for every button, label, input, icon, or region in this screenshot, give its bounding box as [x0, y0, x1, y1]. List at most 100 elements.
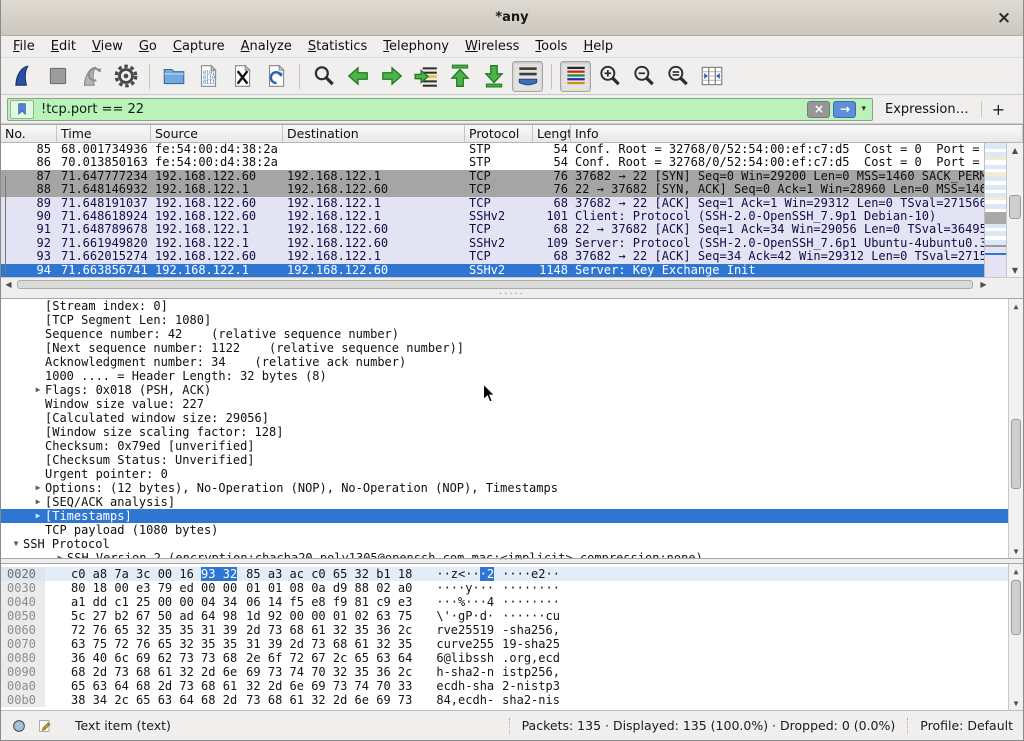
column-header-info[interactable]: Info — [571, 125, 1023, 142]
details-scroll-up-icon[interactable]: ▲ — [1009, 299, 1023, 313]
column-header-no[interactable]: No. — [1, 125, 57, 142]
find-packet-button[interactable] — [308, 61, 339, 92]
display-filter-input[interactable]: !tcp.port == 22 × → ▾ — [7, 98, 873, 121]
expander-collapsed-icon[interactable]: ▶ — [31, 383, 45, 397]
close-icon[interactable]: × — [995, 9, 1013, 27]
detail-row-13[interactable]: ▶Options: (12 bytes), No-Operation (NOP)… — [1, 481, 1023, 495]
hex-row-00a0[interactable]: 00a065 63 64 68 2d 73 68 6132 2d 6e 69 7… — [1, 679, 1023, 693]
colorize-packets-button[interactable] — [560, 61, 591, 92]
scroll-up-icon[interactable]: ▲ — [1007, 143, 1023, 157]
hex-scroll-down-icon[interactable]: ▼ — [1009, 696, 1023, 710]
column-header-source[interactable]: Source — [151, 125, 283, 142]
detail-row-6[interactable]: ▶Flags: 0x018 (PSH, ACK) — [1, 383, 1023, 397]
packet-row-86[interactable]: 8670.013850163fe:54:00:d4:38:2aSTP54Conf… — [1, 156, 984, 169]
save-file-button[interactable]: 010101100111 — [192, 61, 223, 92]
detail-row-3[interactable]: [Next sequence number: 1122 (relative se… — [1, 341, 1023, 355]
detail-row-1[interactable]: [TCP Segment Len: 1080] — [1, 313, 1023, 327]
go-to-packet-button[interactable] — [410, 61, 441, 92]
hex-row-0040[interactable]: 0040a1 dd c1 25 00 00 04 3406 14 f5 e8 f… — [1, 595, 1023, 609]
packet-list-scrollbar[interactable]: ▲ ▼ — [1006, 143, 1023, 277]
scroll-down-icon[interactable]: ▼ — [1007, 263, 1023, 277]
detail-row-4[interactable]: Acknowledgment number: 34 (relative ack … — [1, 355, 1023, 369]
title-bar[interactable]: *any × — [1, 0, 1023, 36]
expander-collapsed-icon[interactable]: ▶ — [31, 481, 45, 495]
expert-info-icon[interactable] — [11, 718, 27, 734]
details-scroll-down-icon[interactable]: ▼ — [1009, 544, 1023, 558]
hex-row-0030[interactable]: 003080 18 00 e3 79 ed 00 0001 01 08 0a d… — [1, 581, 1023, 595]
auto-scroll-button[interactable] — [512, 61, 543, 92]
menu-item-go[interactable]: Go — [131, 38, 165, 55]
hex-scrollbar-thumb[interactable] — [1011, 580, 1021, 635]
profile-status[interactable]: Profile: Default — [920, 718, 1013, 733]
pane-splitter-top[interactable]: ····· — [1, 291, 1023, 299]
go-back-button[interactable] — [342, 61, 373, 92]
packet-row-85[interactable]: 8568.001734936fe:54:00:d4:38:2aSTP54Conf… — [1, 143, 984, 156]
open-file-button[interactable] — [158, 61, 189, 92]
detail-row-12[interactable]: Urgent pointer: 0 — [1, 467, 1023, 481]
details-scrollbar[interactable]: ▲ ▼ — [1008, 299, 1023, 558]
capture-comment-icon[interactable] — [37, 718, 53, 734]
hex-row-0070[interactable]: 007063 75 72 76 65 32 35 3531 39 2d 73 6… — [1, 637, 1023, 651]
expander-collapsed-icon[interactable]: ▶ — [31, 495, 45, 509]
detail-row-16[interactable]: TCP payload (1080 bytes) — [1, 523, 1023, 537]
restart-capture-button[interactable] — [76, 61, 107, 92]
expander-collapsed-icon[interactable]: ▶ — [31, 509, 45, 523]
menu-item-telephony[interactable]: Telephony — [375, 38, 457, 55]
packet-list-hscrollbar[interactable]: ◀ ▶ — [1, 277, 1023, 291]
reload-file-button[interactable] — [260, 61, 291, 92]
go-first-packet-button[interactable] — [444, 61, 475, 92]
expander-expanded-icon[interactable]: ▼ — [9, 537, 23, 551]
menu-item-file[interactable]: File — [5, 38, 43, 55]
packet-row-93[interactable]: 9371.662015274192.168.122.60192.168.122.… — [1, 250, 984, 263]
scroll-right-icon[interactable]: ▶ — [976, 278, 991, 291]
hex-row-0020[interactable]: 0020c0 a8 7a 3c 00 16 93 3285 a3 ac c0 6… — [1, 567, 1023, 581]
hscrollbar-thumb[interactable] — [17, 280, 973, 289]
zoom-100-button[interactable] — [662, 61, 693, 92]
detail-row-0[interactable]: [Stream index: 0] — [1, 299, 1023, 313]
filter-bookmark-button[interactable] — [10, 100, 34, 119]
zoom-in-button[interactable] — [594, 61, 625, 92]
packet-row-89[interactable]: 8971.648191037192.168.122.60192.168.122.… — [1, 197, 984, 210]
expander-collapsed-icon[interactable]: ▶ — [53, 551, 67, 558]
hex-row-0060[interactable]: 006072 76 65 32 35 35 31 392d 73 68 61 3… — [1, 623, 1023, 637]
column-header-length[interactable]: Length — [533, 125, 571, 142]
packet-row-87[interactable]: 8771.647777234192.168.122.60192.168.122.… — [1, 170, 984, 183]
hex-row-00b0[interactable]: 00b038 34 2c 65 63 64 68 2d73 68 61 32 2… — [1, 693, 1023, 707]
hex-scrollbar[interactable]: ▲ ▼ — [1008, 564, 1023, 710]
packet-row-91[interactable]: 9171.648789678192.168.122.1192.168.122.6… — [1, 223, 984, 236]
detail-row-14[interactable]: ▶[SEQ/ACK analysis] — [1, 495, 1023, 509]
menu-item-analyze[interactable]: Analyze — [233, 38, 300, 55]
menu-item-help[interactable]: Help — [575, 38, 621, 55]
detail-row-2[interactable]: Sequence number: 42 (relative sequence n… — [1, 327, 1023, 341]
go-last-packet-button[interactable] — [478, 61, 509, 92]
stop-capture-button[interactable] — [42, 61, 73, 92]
resize-columns-button[interactable] — [696, 61, 727, 92]
detail-row-5[interactable]: 1000 .... = Header Length: 32 bytes (8) — [1, 369, 1023, 383]
packet-row-94[interactable]: 9471.663856741192.168.122.1192.168.122.6… — [1, 264, 984, 277]
detail-row-15[interactable]: ▶[Timestamps] — [1, 509, 1023, 523]
detail-row-7[interactable]: Window size value: 227 — [1, 397, 1023, 411]
column-header-destination[interactable]: Destination — [283, 125, 465, 142]
menu-item-edit[interactable]: Edit — [43, 38, 84, 55]
expression-button[interactable]: Expression… — [885, 102, 969, 117]
column-header-protocol[interactable]: Protocol — [465, 125, 533, 142]
menu-item-wireless[interactable]: Wireless — [457, 38, 527, 55]
zoom-out-button[interactable] — [628, 61, 659, 92]
hex-scroll-up-icon[interactable]: ▲ — [1009, 564, 1023, 578]
capture-options-button[interactable] — [110, 61, 141, 92]
menu-item-view[interactable]: View — [84, 38, 131, 55]
scrollbar-minimap[interactable] — [984, 143, 1006, 277]
filter-dropdown-icon[interactable]: ▾ — [861, 104, 866, 114]
go-forward-button[interactable] — [376, 61, 407, 92]
add-filter-button[interactable]: + — [992, 100, 1005, 119]
detail-row-9[interactable]: [Window size scaling factor: 128] — [1, 425, 1023, 439]
hex-row-0080[interactable]: 008036 40 6c 69 62 73 73 682e 6f 72 67 2… — [1, 651, 1023, 665]
detail-row-8[interactable]: [Calculated window size: 29056] — [1, 411, 1023, 425]
detail-row-10[interactable]: Checksum: 0x79ed [unverified] — [1, 439, 1023, 453]
scrollbar-thumb[interactable] — [1009, 195, 1021, 219]
start-capture-button[interactable] — [8, 61, 39, 92]
scroll-left-icon[interactable]: ◀ — [1, 278, 16, 291]
details-scrollbar-thumb[interactable] — [1011, 419, 1021, 489]
detail-row-18[interactable]: ▶SSH Version 2 (encryption:chacha20-poly… — [1, 551, 1023, 558]
menu-item-statistics[interactable]: Statistics — [300, 38, 375, 55]
